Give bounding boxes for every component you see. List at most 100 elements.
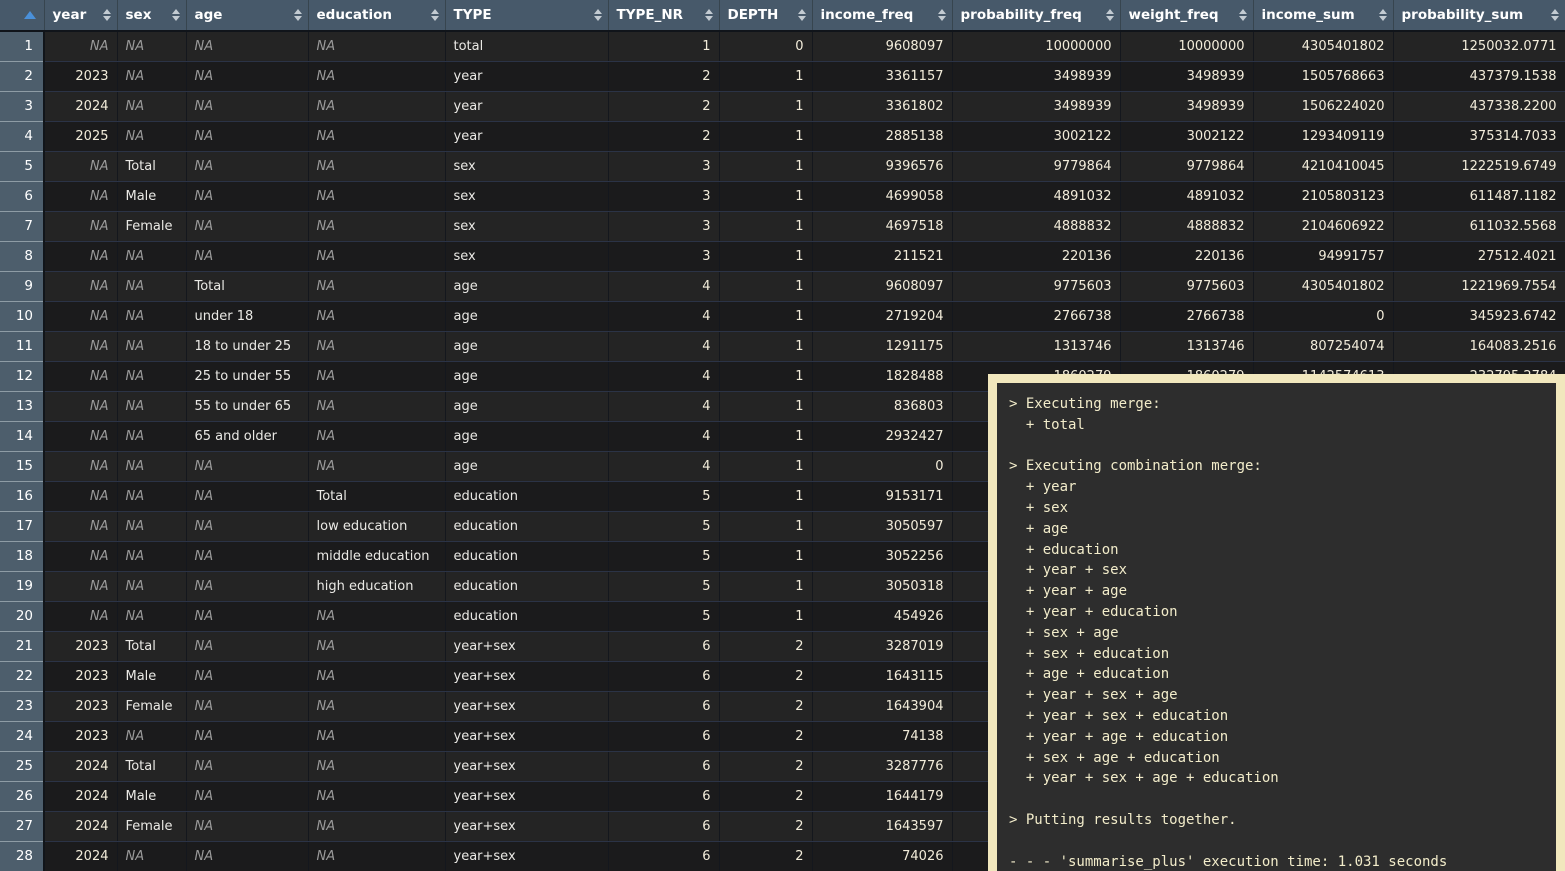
cell-year: 2024 bbox=[44, 91, 117, 121]
row-number: 4 bbox=[0, 121, 44, 151]
cell-TYPE_NR: 4 bbox=[608, 391, 719, 421]
cell-education: NA bbox=[308, 631, 445, 661]
cell-age: NA bbox=[186, 151, 308, 181]
column-label: income_sum bbox=[1262, 7, 1355, 23]
sort-toggle-icon[interactable] bbox=[594, 9, 602, 21]
cell-age: under 18 bbox=[186, 301, 308, 331]
table-row: 10NANAunder 18NAage412719204276673827667… bbox=[0, 301, 1565, 331]
column-label: probability_freq bbox=[961, 7, 1082, 23]
sort-toggle-icon[interactable] bbox=[294, 9, 302, 21]
cell-year: 2023 bbox=[44, 691, 117, 721]
cell-income_freq: 454926 bbox=[812, 601, 952, 631]
cell-TYPE: age bbox=[445, 331, 608, 361]
column-header-TYPE_NR[interactable]: TYPE_NR bbox=[608, 0, 719, 31]
cell-DEPTH: 1 bbox=[719, 61, 812, 91]
column-header-income_sum[interactable]: income_sum bbox=[1253, 0, 1393, 31]
cell-year: NA bbox=[44, 511, 117, 541]
column-label: TYPE_NR bbox=[617, 7, 684, 23]
cell-probability_sum: 164083.2516 bbox=[1393, 331, 1565, 361]
cell-income_freq: 211521 bbox=[812, 241, 952, 271]
cell-TYPE: age bbox=[445, 391, 608, 421]
cell-probability_sum: 345923.6742 bbox=[1393, 301, 1565, 331]
cell-TYPE: education bbox=[445, 481, 608, 511]
sort-toggle-icon[interactable] bbox=[705, 9, 713, 21]
column-header-probability_sum[interactable]: probability_sum bbox=[1393, 0, 1565, 31]
row-number: 28 bbox=[0, 841, 44, 871]
cell-sex: NA bbox=[117, 361, 186, 391]
column-header-sex[interactable]: sex bbox=[117, 0, 186, 31]
cell-TYPE: year bbox=[445, 121, 608, 151]
sort-toggle-icon[interactable] bbox=[1379, 9, 1387, 21]
cell-income_freq: 0 bbox=[812, 451, 952, 481]
cell-education: NA bbox=[308, 271, 445, 301]
cell-income_sum: 4305401802 bbox=[1253, 31, 1393, 61]
cell-weight_freq: 10000000 bbox=[1120, 31, 1253, 61]
column-header-DEPTH[interactable]: DEPTH bbox=[719, 0, 812, 31]
cell-age: NA bbox=[186, 511, 308, 541]
cell-education: NA bbox=[308, 31, 445, 61]
row-number-column-header[interactable] bbox=[0, 0, 44, 31]
cell-probability_freq: 9779864 bbox=[952, 151, 1120, 181]
sort-toggle-icon[interactable] bbox=[103, 9, 111, 21]
column-header-TYPE[interactable]: TYPE bbox=[445, 0, 608, 31]
cell-TYPE_NR: 4 bbox=[608, 421, 719, 451]
cell-TYPE: year+sex bbox=[445, 781, 608, 811]
cell-age: NA bbox=[186, 781, 308, 811]
sort-toggle-icon[interactable] bbox=[1106, 9, 1114, 21]
cell-year: 2023 bbox=[44, 721, 117, 751]
cell-income_freq: 74026 bbox=[812, 841, 952, 871]
sort-toggle-icon[interactable] bbox=[431, 9, 439, 21]
sort-toggle-icon[interactable] bbox=[798, 9, 806, 21]
cell-TYPE: education bbox=[445, 571, 608, 601]
cell-education: NA bbox=[308, 361, 445, 391]
cell-income_freq: 74138 bbox=[812, 721, 952, 751]
cell-income_sum: 4305401802 bbox=[1253, 271, 1393, 301]
sort-toggle-icon[interactable] bbox=[938, 9, 946, 21]
cell-sex: NA bbox=[117, 91, 186, 121]
cell-income_freq: 3050318 bbox=[812, 571, 952, 601]
cell-education: NA bbox=[308, 211, 445, 241]
cell-year: NA bbox=[44, 181, 117, 211]
cell-TYPE_NR: 4 bbox=[608, 451, 719, 481]
cell-income_freq: 3361802 bbox=[812, 91, 952, 121]
sort-toggle-icon[interactable] bbox=[172, 9, 180, 21]
column-header-probability_freq[interactable]: probability_freq bbox=[952, 0, 1120, 31]
cell-probability_sum: 27512.4021 bbox=[1393, 241, 1565, 271]
sort-toggle-icon[interactable] bbox=[1551, 9, 1559, 21]
column-header-education[interactable]: education bbox=[308, 0, 445, 31]
header-row: yearsexageeducationTYPETYPE_NRDEPTHincom… bbox=[0, 0, 1565, 31]
cell-DEPTH: 1 bbox=[719, 601, 812, 631]
column-header-year[interactable]: year bbox=[44, 0, 117, 31]
cell-education: NA bbox=[308, 91, 445, 121]
cell-sex: NA bbox=[117, 271, 186, 301]
cell-DEPTH: 1 bbox=[719, 511, 812, 541]
cell-DEPTH: 1 bbox=[719, 301, 812, 331]
cell-income_sum: 94991757 bbox=[1253, 241, 1393, 271]
row-number: 17 bbox=[0, 511, 44, 541]
cell-age: NA bbox=[186, 481, 308, 511]
cell-TYPE: total bbox=[445, 31, 608, 61]
cell-TYPE_NR: 5 bbox=[608, 481, 719, 511]
cell-TYPE: sex bbox=[445, 241, 608, 271]
cell-year: 2024 bbox=[44, 841, 117, 871]
cell-income_freq: 4699058 bbox=[812, 181, 952, 211]
cell-income_freq: 1643115 bbox=[812, 661, 952, 691]
column-header-age[interactable]: age bbox=[186, 0, 308, 31]
cell-TYPE_NR: 6 bbox=[608, 751, 719, 781]
row-number: 23 bbox=[0, 691, 44, 721]
cell-TYPE_NR: 2 bbox=[608, 121, 719, 151]
cell-year: 2023 bbox=[44, 61, 117, 91]
column-header-income_freq[interactable]: income_freq bbox=[812, 0, 952, 31]
column-header-weight_freq[interactable]: weight_freq bbox=[1120, 0, 1253, 31]
cell-income_freq: 836803 bbox=[812, 391, 952, 421]
cell-TYPE: age bbox=[445, 361, 608, 391]
cell-age: NA bbox=[186, 721, 308, 751]
cell-education: Total bbox=[308, 481, 445, 511]
sort-toggle-icon[interactable] bbox=[1239, 9, 1247, 21]
cell-DEPTH: 2 bbox=[719, 751, 812, 781]
cell-probability_freq: 10000000 bbox=[952, 31, 1120, 61]
cell-TYPE: year+sex bbox=[445, 811, 608, 841]
cell-year: NA bbox=[44, 541, 117, 571]
cell-age: NA bbox=[186, 211, 308, 241]
cell-age: NA bbox=[186, 571, 308, 601]
